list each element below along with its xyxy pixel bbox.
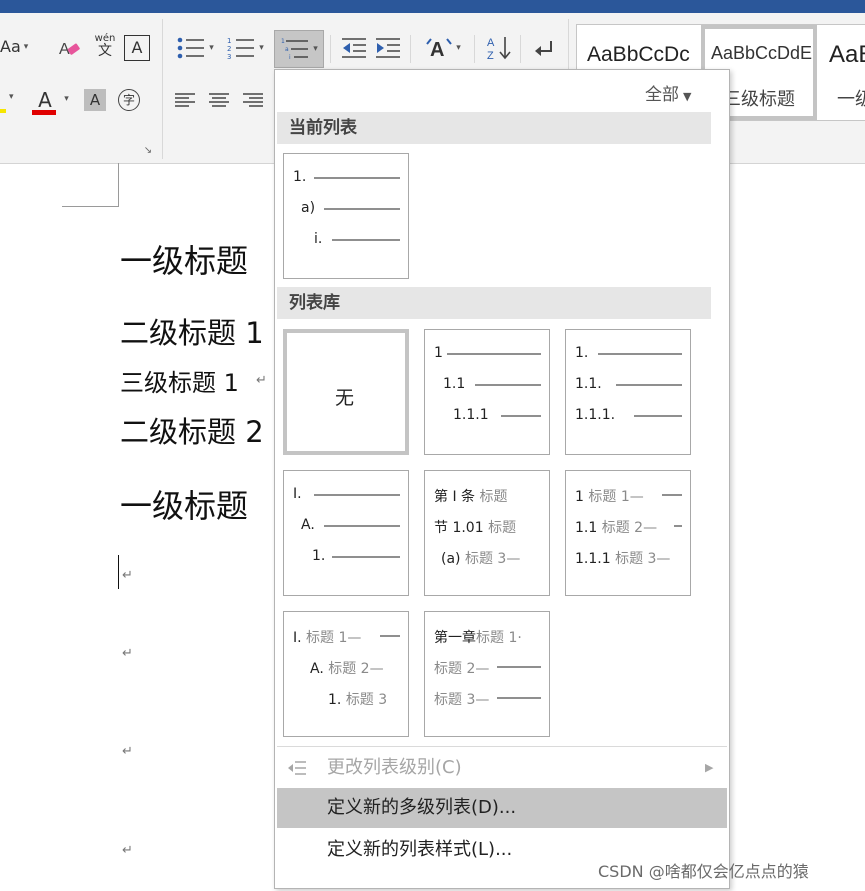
multilevel-list-button[interactable]: 1ai ▾ xyxy=(274,30,324,68)
paragraph-mark: ↵ xyxy=(122,744,133,759)
filter-dropdown[interactable]: 全部 ▼ xyxy=(645,80,691,105)
paragraph-mark: ↵ xyxy=(122,646,133,661)
svg-text:Z: Z xyxy=(487,50,494,61)
list-none-tile[interactable]: 无 xyxy=(283,329,409,455)
svg-text:2: 2 xyxy=(227,45,231,53)
svg-text:A: A xyxy=(487,37,495,49)
clear-formatting-icon[interactable]: A xyxy=(56,35,82,61)
list-library-tile[interactable]: 第一章标题 1· 标题 2— 标题 3— xyxy=(424,611,550,737)
svg-text:i: i xyxy=(289,54,291,61)
current-list-tile[interactable]: 1. a) i. xyxy=(283,153,409,279)
svg-text:3: 3 xyxy=(227,53,231,60)
svg-text:1: 1 xyxy=(227,37,231,45)
list-library-tile[interactable]: I. A. 1. xyxy=(283,470,409,596)
style-tile[interactable]: AaB 一级 xyxy=(817,25,865,120)
chinese-layout-icon: A xyxy=(426,38,453,60)
svg-text:a: a xyxy=(285,46,289,53)
font-dialog-launcher-icon[interactable]: ↘ xyxy=(142,145,154,157)
font-color-button[interactable]: A xyxy=(32,85,58,115)
title-bar xyxy=(0,0,865,13)
character-border-button[interactable]: A xyxy=(124,35,150,61)
divider xyxy=(520,35,521,63)
change-case-button[interactable]: Aa ▾ xyxy=(0,35,28,59)
svg-text:1: 1 xyxy=(281,38,285,45)
align-right-icon[interactable] xyxy=(240,89,266,111)
list-library-tile[interactable]: 1 标题 1— 1.1 标题 2— 1.1.1 标题 3— xyxy=(565,470,691,596)
list-library-tile[interactable]: I. 标题 1— A. 标题 2— 1. 标题 3 xyxy=(283,611,409,737)
character-shading-button[interactable]: A xyxy=(84,89,106,111)
chevron-down-icon: ▾ xyxy=(9,92,14,102)
bullets-button[interactable]: ▾ xyxy=(172,33,218,63)
highlight-button[interactable]: ▾ xyxy=(0,87,14,113)
chevron-down-icon: ▼ xyxy=(683,90,692,103)
bullets-icon xyxy=(177,37,205,59)
show-paragraph-marks-icon[interactable] xyxy=(530,35,558,63)
heading-level-1[interactable]: 一级标题 xyxy=(120,481,248,527)
align-center-icon[interactable] xyxy=(206,89,232,111)
heading-level-2[interactable]: 二级标题 1 xyxy=(120,310,264,352)
list-library-tile[interactable]: 1 1.1 1.1.1 xyxy=(424,329,550,455)
divider xyxy=(330,35,331,63)
chevron-down-icon: ▾ xyxy=(456,42,461,53)
chevron-down-icon: ▾ xyxy=(313,43,318,54)
current-list-header: 当前列表 xyxy=(277,112,711,144)
enclose-characters-button[interactable]: 字 xyxy=(118,89,140,111)
decrease-indent-icon[interactable] xyxy=(340,33,368,63)
list-library-tile[interactable]: 1. 1.1. 1.1.1. xyxy=(565,329,691,455)
phonetic-guide-button[interactable]: wén 文 xyxy=(92,31,118,61)
paragraph-mark: ↵ xyxy=(122,568,133,583)
paragraph-mark: ↵ xyxy=(256,373,267,388)
group-separator xyxy=(162,19,163,159)
divider xyxy=(410,35,411,63)
svg-text:A: A xyxy=(430,39,444,60)
sort-icon[interactable]: AZ xyxy=(484,33,514,63)
chevron-right-icon: ▶ xyxy=(705,761,714,774)
change-level-icon xyxy=(288,761,306,775)
watermark: CSDN @啥都仅会亿点点的猿 xyxy=(598,862,809,881)
paragraph-mark: ↵ xyxy=(122,843,133,858)
change-list-level-item[interactable]: 更改列表级别(C) ▶ xyxy=(277,748,727,788)
chevron-down-icon: ▾ xyxy=(64,93,69,104)
numbering-button[interactable]: 123 ▾ xyxy=(222,33,268,63)
chevron-down-icon: ▾ xyxy=(259,42,264,53)
highlight-color-bar xyxy=(0,109,6,113)
chevron-down-icon: ▾ xyxy=(209,42,214,53)
list-library-tile[interactable]: 第 Ⅰ 条 标题 节 1.01 标题 (a) 标题 3— xyxy=(424,470,550,596)
page-corner-mark xyxy=(62,163,119,207)
heading-level-2[interactable]: 二级标题 2 xyxy=(120,409,264,451)
chevron-down-icon: ▾ xyxy=(23,41,29,52)
text-cursor xyxy=(118,555,119,589)
font-color-bar xyxy=(32,110,56,115)
list-library-header: 列表库 xyxy=(277,287,711,319)
menu-divider xyxy=(277,746,727,747)
define-multilevel-list-item[interactable]: 定义新的多级列表(D)... xyxy=(277,788,727,828)
heading-level-1[interactable]: 一级标题 xyxy=(120,236,248,282)
chinese-layout-button[interactable]: A ▾ xyxy=(420,33,466,63)
numbering-icon: 123 xyxy=(227,37,255,60)
multilevel-list-dropdown: 全部 ▼ 当前列表 1. a) i. 列表库 无 1 1.1 1.1.1 1. 1… xyxy=(274,69,730,889)
increase-indent-icon[interactable] xyxy=(374,33,402,63)
heading-level-3[interactable]: 三级标题 1 xyxy=(120,363,239,398)
divider xyxy=(474,35,475,63)
align-left-icon[interactable] xyxy=(172,89,198,111)
multilevel-list-icon: 1ai xyxy=(281,38,309,61)
font-color-dropdown[interactable]: ▾ xyxy=(60,91,70,107)
